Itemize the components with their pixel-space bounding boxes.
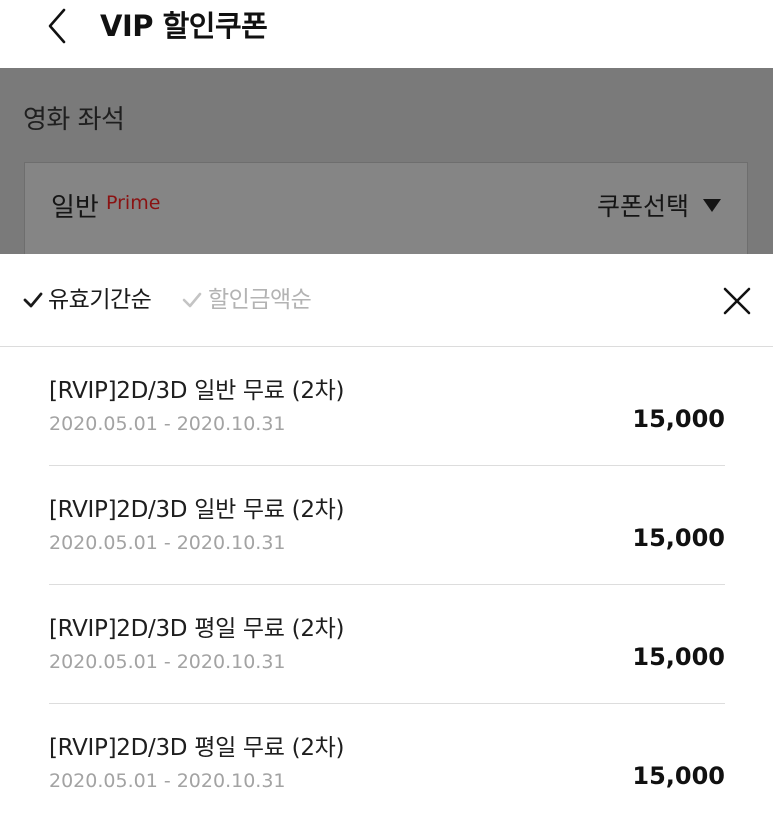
coupon-amount: 15,000 xyxy=(632,643,725,671)
coupon-item[interactable]: [RVIP]2D/3D 평일 무료 (2차) 2020.05.01 - 2020… xyxy=(49,585,725,704)
coupon-item[interactable]: [RVIP]2D/3D 일반 무료 (2차) 2020.05.01 - 2020… xyxy=(49,347,725,466)
coupon-name: [RVIP]2D/3D 평일 무료 (2차) xyxy=(49,616,345,642)
coupon-list: [RVIP]2D/3D 일반 무료 (2차) 2020.05.01 - 2020… xyxy=(0,347,773,822)
sort-option-label: 할인금액순 xyxy=(208,287,312,313)
chevron-left-icon xyxy=(48,8,66,44)
coupon-amount: 15,000 xyxy=(632,405,725,433)
coupon-amount: 15,000 xyxy=(632,762,725,790)
app-header: VIP 할인쿠폰 xyxy=(0,0,773,68)
coupon-period: 2020.05.01 - 2020.10.31 xyxy=(49,770,286,792)
coupon-name: [RVIP]2D/3D 평일 무료 (2차) xyxy=(49,735,345,761)
page-title: VIP 할인쿠폰 xyxy=(100,9,268,43)
sort-option-label: 유효기간순 xyxy=(48,287,152,313)
section-title: 영화 좌석 xyxy=(23,105,125,135)
back-button[interactable] xyxy=(40,6,80,46)
coupon-select-dropdown[interactable]: 쿠폰선택 xyxy=(597,187,721,223)
check-icon xyxy=(23,292,43,308)
sort-bar: 유효기간순 할인금액순 xyxy=(0,254,773,347)
coupon-name: [RVIP]2D/3D 일반 무료 (2차) xyxy=(49,497,345,523)
coupon-item[interactable]: [RVIP]2D/3D 일반 무료 (2차) 2020.05.01 - 2020… xyxy=(49,466,725,585)
check-icon xyxy=(182,292,202,308)
coupon-name: [RVIP]2D/3D 일반 무료 (2차) xyxy=(49,378,345,404)
coupon-bottom-sheet: 유효기간순 할인금액순 [RVIP]2D/3D 일반 무료 (2차) 2020.… xyxy=(0,254,773,816)
caret-down-icon xyxy=(703,198,721,212)
close-icon xyxy=(723,287,751,315)
seat-grade-badge: Prime xyxy=(106,192,161,214)
sort-option-validity[interactable]: 유효기간순 xyxy=(22,282,152,318)
sort-option-discount[interactable]: 할인금액순 xyxy=(180,282,312,318)
coupon-period: 2020.05.01 - 2020.10.31 xyxy=(49,413,286,435)
coupon-select-label: 쿠폰선택 xyxy=(596,192,689,221)
coupon-item[interactable]: [RVIP]2D/3D 평일 무료 (2차) 2020.05.01 - 2020… xyxy=(49,704,725,822)
seat-coupon-box: 일반 Prime 쿠폰선택 xyxy=(24,162,748,254)
close-button[interactable] xyxy=(720,284,754,318)
coupon-period: 2020.05.01 - 2020.10.31 xyxy=(49,532,286,554)
seat-label: 일반 xyxy=(51,193,99,223)
coupon-period: 2020.05.01 - 2020.10.31 xyxy=(49,651,286,673)
coupon-amount: 15,000 xyxy=(632,524,725,552)
